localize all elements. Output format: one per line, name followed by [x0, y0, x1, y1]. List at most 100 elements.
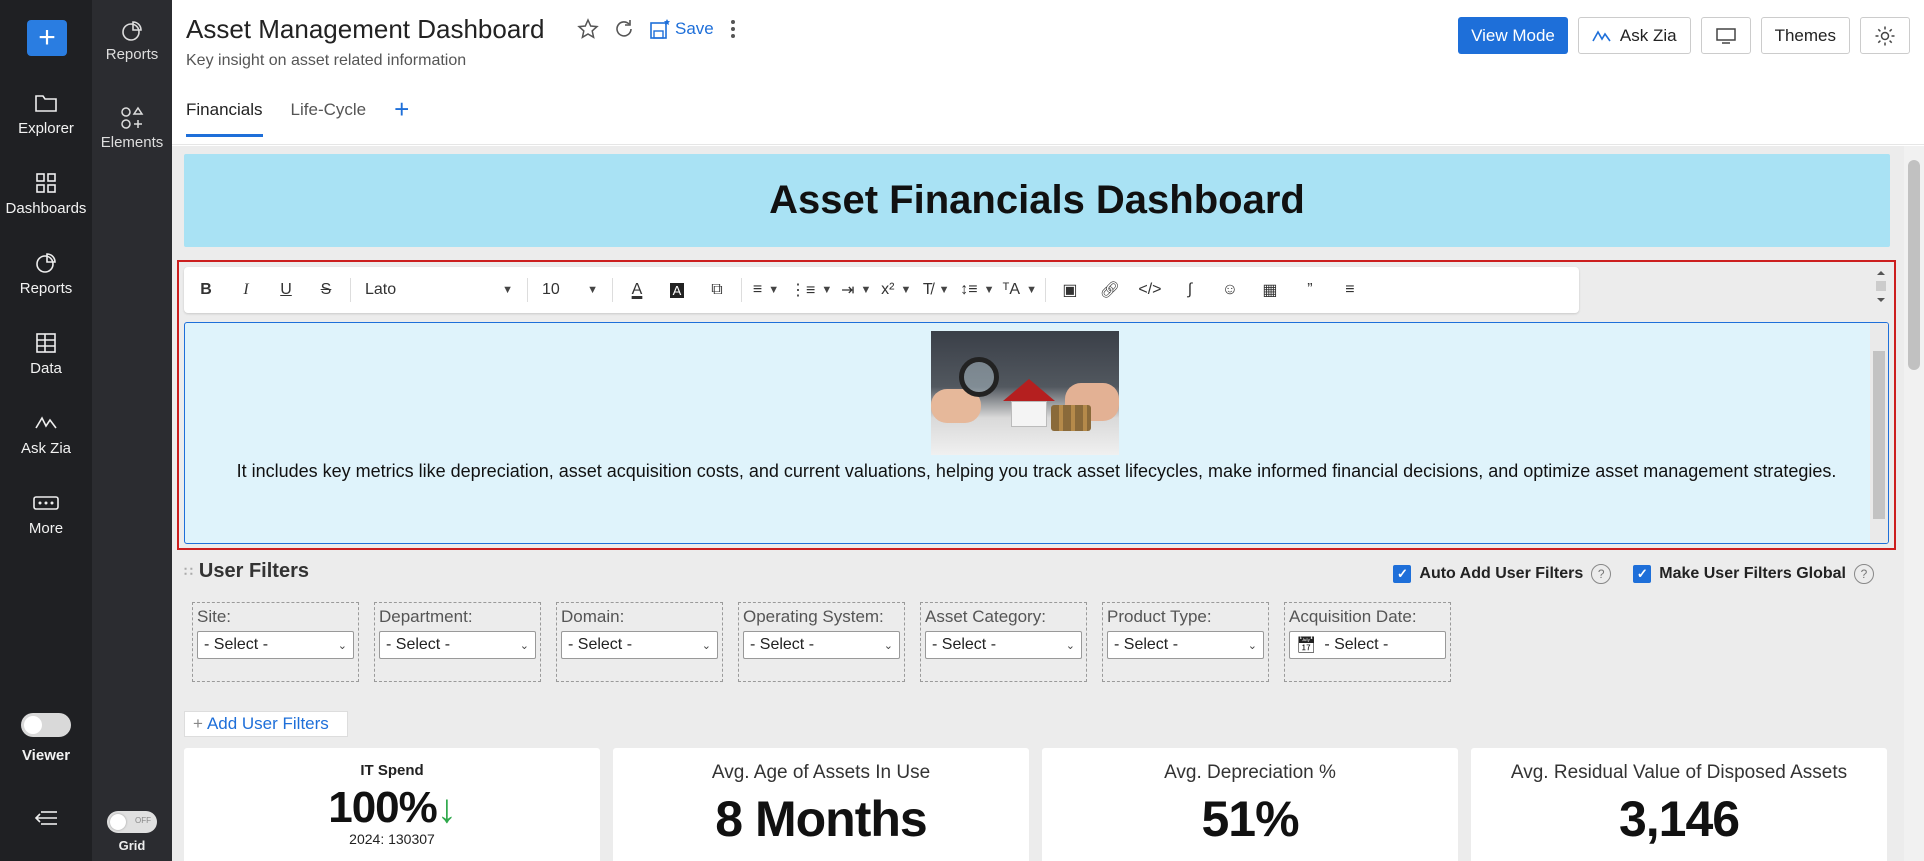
kpi-card-avg-depreciation[interactable]: Avg. Depreciation % 51% [1042, 748, 1458, 861]
ask-zia-button[interactable]: Ask Zia [1577, 17, 1691, 54]
asset-inspection-image [931, 331, 1119, 455]
filter-select[interactable]: - Select - ⌄ [197, 631, 354, 659]
chevron-down-icon: ▼ [860, 284, 872, 296]
auto-add-option[interactable]: ✓ Auto Add User Filters ? [1393, 564, 1612, 584]
tab-financials[interactable]: Financials [186, 100, 263, 137]
viewer-toggle-switch[interactable] [21, 713, 71, 737]
emoji-icon[interactable]: ☺ [1214, 275, 1246, 305]
filter-select-value: - Select - [204, 636, 269, 653]
collapse-button[interactable] [0, 808, 92, 834]
code-icon[interactable]: </> [1134, 275, 1166, 305]
table-icon[interactable]: ▦ [1254, 275, 1286, 305]
rail2-item-elements[interactable]: Elements [92, 106, 172, 151]
date-filter-select[interactable]: 📅︎ - Select - [1289, 631, 1446, 659]
chevron-down-icon: ▼ [983, 284, 995, 296]
kpi-value-row: 100%↓ [184, 783, 600, 833]
kpi-card-it-spend[interactable]: IT Spend 100%↓ 2024: 130307 [184, 748, 600, 861]
filter-select[interactable]: - Select - ⌄ [743, 631, 900, 659]
kpi-card-avg-age[interactable]: Avg. Age of Assets In Use 8 Months [613, 748, 1029, 861]
tab-life-cycle[interactable]: Life-Cycle [291, 100, 367, 134]
clear-format-icon[interactable]: T̸ ▼ [920, 275, 952, 305]
more-vertical-icon[interactable] [728, 18, 738, 40]
themes-button[interactable]: Themes [1760, 17, 1850, 54]
help-icon[interactable]: ? [1591, 564, 1612, 584]
zia-icon [35, 416, 57, 429]
filter-select[interactable]: - Select - ⌄ [379, 631, 536, 659]
viewer-toggle[interactable]: Viewer [0, 713, 92, 764]
plus-icon: + [193, 714, 203, 733]
rail-item-data[interactable]: Data [0, 332, 92, 377]
filter-select[interactable]: - Select - ⌄ [561, 631, 718, 659]
scrollbar-thumb[interactable] [1908, 160, 1920, 370]
copy-format-icon[interactable]: ⧉ [701, 275, 733, 305]
font-size-select[interactable]: 10 ▼ [536, 275, 604, 305]
rail-item-dashboards[interactable]: Dashboards [0, 172, 92, 217]
editor-scrollbar[interactable] [1870, 323, 1888, 543]
text-editor[interactable]: It includes key metrics like depreciatio… [184, 322, 1889, 544]
rail-item-ask-zia[interactable]: Ask Zia [0, 412, 92, 457]
refresh-icon[interactable] [613, 18, 635, 40]
link-icon[interactable]: 🔗︎ [1094, 275, 1126, 305]
user-filter-list: Site: - Select - ⌄ Department: - Select -… [192, 602, 1451, 682]
toolbar-scrollbar[interactable] [1874, 268, 1888, 308]
line-height-icon[interactable]: ↕≡ ▼ [960, 275, 994, 305]
auto-add-checkbox[interactable]: ✓ [1393, 565, 1412, 583]
drag-handle-icon[interactable]: ∷ [184, 563, 193, 580]
present-button[interactable] [1700, 17, 1751, 54]
view-mode-button[interactable]: View Mode [1458, 17, 1568, 54]
highlight-icon[interactable]: A [661, 275, 693, 305]
editor-paragraph: It includes key metrics like depreciatio… [236, 461, 1837, 481]
strikethrough-button[interactable]: S [310, 275, 342, 305]
italic-button[interactable]: I [230, 275, 262, 305]
settings-button[interactable] [1860, 17, 1910, 54]
chevron-down-icon: ⌄ [883, 639, 893, 652]
text-style-icon[interactable]: ᵀA ▼ [1002, 275, 1036, 305]
rail-item-more[interactable]: More [0, 492, 92, 537]
rail-item-label: More [28, 520, 64, 537]
kpi-title: Avg. Age of Assets In Use [711, 762, 931, 783]
save-button[interactable]: Save [649, 18, 714, 40]
indent-icon[interactable]: ⇥ ▼ [840, 275, 872, 305]
coins-shape [1051, 405, 1091, 431]
page-title: Asset Management Dashboard [186, 14, 545, 44]
filter-select[interactable]: - Select - ⌄ [1107, 631, 1264, 659]
arrow-down-icon: ↓ [436, 787, 457, 831]
elements-rail: Reports Elements OFF Grid [92, 0, 172, 861]
text-widget-selected[interactable]: B I U S Lato ▼ 10 ▼ A A ⧉ ≡ ▼ ⋮≡ ▼ ⇥ ▼ x² ▼ T̸… [177, 260, 1896, 550]
add-tab-button[interactable]: + [394, 96, 409, 122]
add-user-filters-button[interactable]: + Add User Filters [184, 711, 348, 737]
font-family-value: Lato [365, 281, 397, 298]
page-scrollbar[interactable] [1904, 146, 1924, 861]
font-size-value: 10 [542, 281, 560, 298]
grid-toggle[interactable]: OFF [107, 811, 157, 833]
left-rail: + Explorer Dashboards Reports Data Ask Z… [0, 0, 92, 861]
chevron-down-icon: ▼ [900, 284, 912, 296]
underline-button[interactable]: U [270, 275, 302, 305]
filter-select[interactable]: - Select - ⌄ [925, 631, 1082, 659]
text-color-icon[interactable]: A [621, 275, 653, 305]
help-icon[interactable]: ? [1854, 564, 1874, 584]
add-button[interactable]: + [27, 20, 67, 56]
audio-icon[interactable]: ∫ [1174, 275, 1206, 305]
quote-icon[interactable]: ” [1294, 275, 1326, 305]
kpi-value: 3,146 [1618, 791, 1740, 847]
kpi-card-avg-residual-value[interactable]: Avg. Residual Value of Disposed Assets 3… [1471, 748, 1887, 861]
star-icon[interactable] [577, 18, 599, 40]
scrollbar-thumb[interactable] [1873, 351, 1885, 519]
more-options-icon[interactable]: ≡ [1334, 275, 1366, 305]
rail-item-explorer[interactable]: Explorer [0, 92, 92, 137]
image-icon[interactable]: ▣ [1054, 275, 1086, 305]
rail2-item-reports[interactable]: Reports [92, 20, 172, 63]
global-checkbox[interactable]: ✓ [1633, 565, 1652, 583]
rail-item-reports[interactable]: Reports [0, 252, 92, 297]
align-icon[interactable]: ≡ ▼ [750, 275, 782, 305]
superscript-icon[interactable]: x² ▼ [880, 275, 912, 305]
filter-asset-category: Asset Category: - Select - ⌄ [920, 602, 1087, 682]
bold-button[interactable]: B [190, 275, 222, 305]
global-option[interactable]: ✓ Make User Filters Global ? [1633, 564, 1874, 584]
bullet-list-icon[interactable]: ⋮≡ ▼ [790, 275, 832, 305]
filter-label: Acquisition Date: [1289, 607, 1417, 626]
house-body-shape [1011, 401, 1047, 427]
chevron-down-icon: ▼ [502, 284, 513, 296]
font-family-select[interactable]: Lato ▼ [359, 275, 519, 305]
